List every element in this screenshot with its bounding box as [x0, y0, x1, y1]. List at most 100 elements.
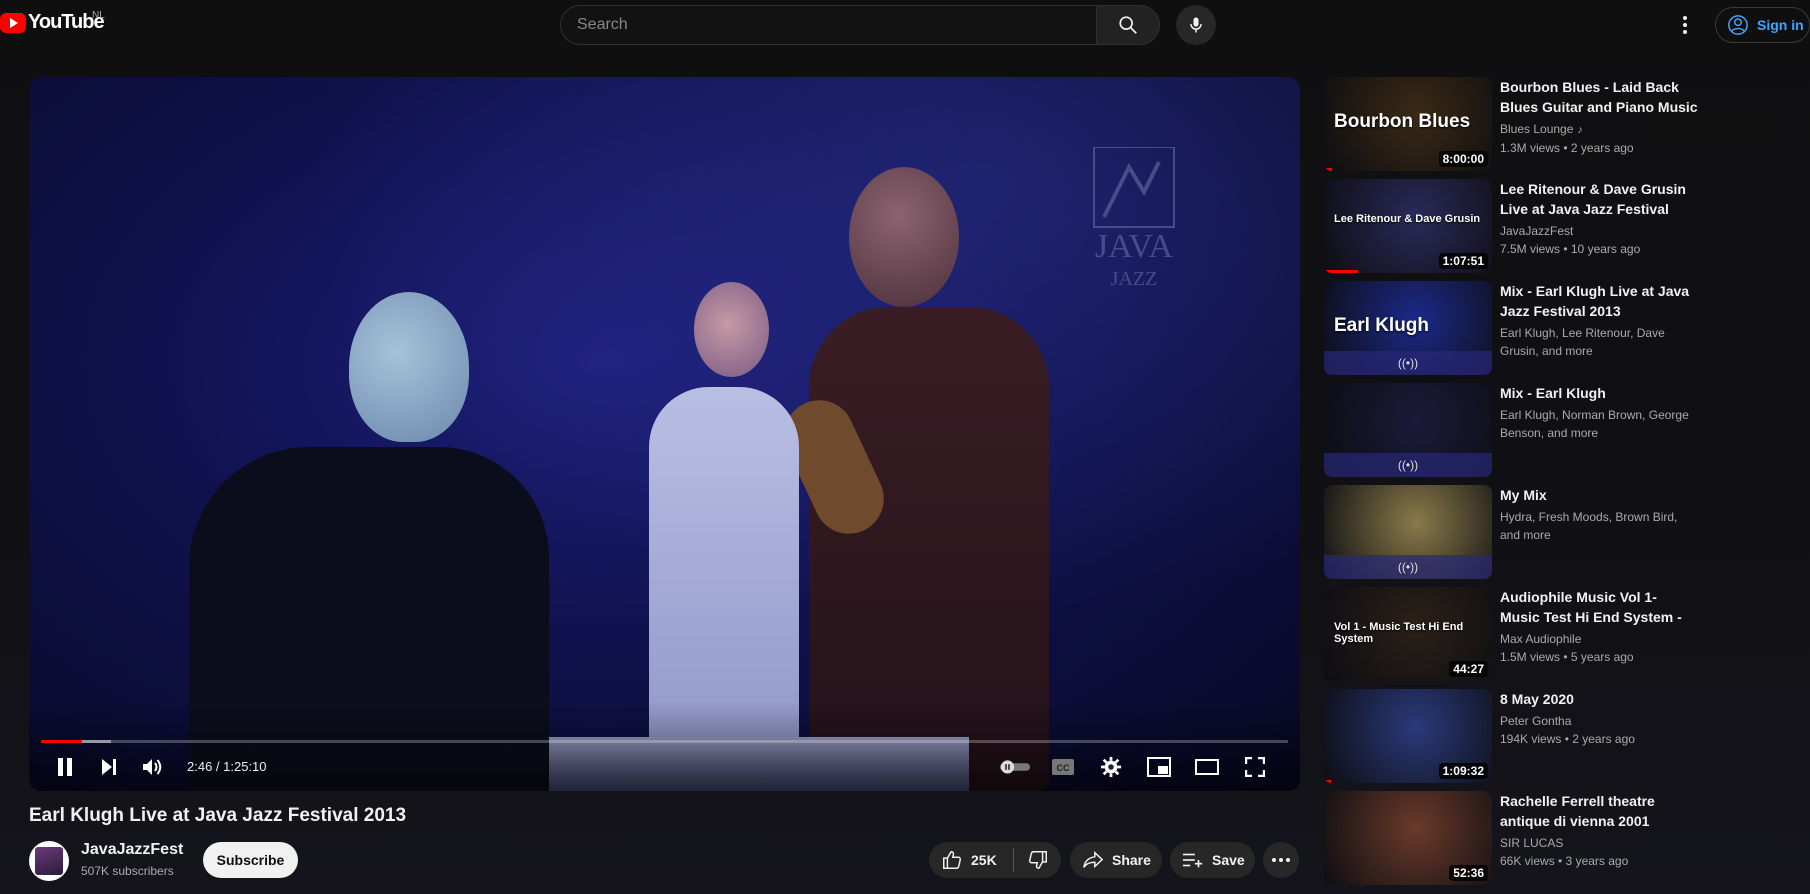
recommendation-title[interactable]: Mix - Earl Klugh Live at Java Jazz Festi… [1500, 281, 1700, 321]
recommendation-title[interactable]: Bourbon Blues - Laid Back Blues Guitar a… [1500, 77, 1700, 117]
miniplayer-button[interactable] [1143, 751, 1175, 783]
next-icon [102, 759, 116, 775]
video-duration: 44:27 [1449, 661, 1488, 677]
recommendation-thumbnail[interactable]: 52:36 [1324, 791, 1492, 885]
autoplay-toggle[interactable] [999, 751, 1031, 783]
microphone-icon [1190, 17, 1202, 33]
captions-button[interactable]: CC [1047, 751, 1079, 783]
recommendation-channel[interactable]: Earl Klugh, Lee Ritenour, Dave Grusin, a… [1500, 324, 1700, 360]
miniplayer-icon [1147, 757, 1171, 777]
recommendation-info: My Mix Hydra, Fresh Moods, Brown Bird, a… [1500, 485, 1700, 544]
recommendation-info: Rachelle Ferrell theatre antique di vien… [1500, 791, 1700, 870]
sign-in-button[interactable]: Sign in [1715, 7, 1810, 43]
mix-icon: ((•)) [1397, 560, 1419, 574]
channel-label: Max Audiophile [1500, 632, 1582, 646]
theater-icon [1195, 759, 1219, 775]
mix-indicator: ((•)) [1324, 351, 1492, 375]
like-button[interactable]: 25K [929, 849, 1013, 871]
account-icon [1728, 15, 1748, 35]
recommendation-thumbnail[interactable]: ((•)) [1324, 383, 1492, 477]
more-actions-button[interactable] [1263, 842, 1299, 878]
top-header: YouTube NL Sign in [0, 0, 1810, 50]
save-button[interactable]: Save [1170, 842, 1255, 878]
svg-text:JAVA: JAVA [1095, 228, 1174, 265]
volume-button[interactable] [137, 751, 169, 783]
recommendation-item[interactable]: 52:36 Rachelle Ferrell theatre antique d… [1324, 791, 1804, 885]
recommendation-title[interactable]: Audiophile Music Vol 1- Music Test Hi En… [1500, 587, 1700, 627]
voice-search-button[interactable] [1176, 5, 1216, 45]
channel-label: Earl Klugh, Lee Ritenour, Dave Grusin, a… [1500, 326, 1665, 358]
recommendation-thumbnail[interactable]: ((•)) [1324, 485, 1492, 579]
recommendation-title[interactable]: Mix - Earl Klugh [1500, 383, 1700, 403]
recommendation-thumbnail[interactable]: Bourbon Blues 8:00:00 [1324, 77, 1492, 171]
watched-progress [1324, 168, 1333, 171]
recommendation-info: Mix - Earl Klugh Live at Java Jazz Festi… [1500, 281, 1700, 360]
recommendation-channel[interactable]: SIR LUCAS [1500, 834, 1700, 852]
recommendation-title[interactable]: My Mix [1500, 485, 1700, 505]
search-input[interactable] [560, 5, 1096, 45]
recommendation-channel[interactable]: JavaJazzFest [1500, 222, 1700, 240]
subscribe-button[interactable]: Subscribe [203, 842, 298, 878]
recommendation-item[interactable]: Vol 1 - Music Test Hi End System 44:27 A… [1324, 587, 1804, 681]
mix-indicator: ((•)) [1324, 453, 1492, 477]
progress-bar[interactable] [41, 740, 1288, 743]
recommendation-title[interactable]: 8 May 2020 [1500, 689, 1700, 709]
recommendation-item[interactable]: Earl Klugh ((•)) Mix - Earl Klugh Live a… [1324, 281, 1804, 375]
channel-name[interactable]: JavaJazzFest [81, 841, 183, 859]
recommendation-item[interactable]: Bourbon Blues 8:00:00 Bourbon Blues - La… [1324, 77, 1804, 171]
fullscreen-button[interactable] [1239, 751, 1271, 783]
youtube-watch-page: YouTube NL Sign in JAVA JAZZ [0, 0, 1810, 894]
video-duration: 52:36 [1449, 865, 1488, 881]
theater-mode-button[interactable] [1191, 751, 1223, 783]
share-button[interactable]: Share [1070, 842, 1162, 878]
recommendation-stats: 66K views • 3 years ago [1500, 854, 1629, 868]
country-code: NL [92, 10, 105, 21]
video-duration: 1:09:32 [1438, 763, 1488, 779]
sign-in-label: Sign in [1757, 17, 1804, 33]
thumbnail-caption: Vol 1 - Music Test Hi End System [1334, 621, 1464, 645]
svg-text:JAZZ: JAZZ [1111, 268, 1158, 290]
recommendation-title[interactable]: Rachelle Ferrell theatre antique di vien… [1500, 791, 1700, 831]
recommendation-info: 8 May 2020 Peter Gontha 194K views • 2 y… [1500, 689, 1700, 748]
recommendation-item[interactable]: ((•)) Mix - Earl Klugh Earl Klugh, Norma… [1324, 383, 1804, 477]
thumbs-up-icon [943, 851, 962, 869]
recommendation-stats: 7.5M views • 10 years ago [1500, 242, 1641, 256]
pause-icon [58, 758, 72, 776]
recommendation-thumbnail[interactable]: 1:09:32 [1324, 689, 1492, 783]
next-button[interactable] [93, 751, 125, 783]
dislike-button[interactable] [1014, 849, 1061, 871]
recommendations-sidebar: Bourbon Blues 8:00:00 Bourbon Blues - La… [1324, 77, 1804, 893]
recommendation-info: Audiophile Music Vol 1- Music Test Hi En… [1500, 587, 1700, 666]
thumbnail-caption: Lee Ritenour & Dave Grusin [1334, 213, 1481, 225]
recommendation-channel[interactable]: Max Audiophile [1500, 630, 1700, 648]
recommendation-channel[interactable]: Hydra, Fresh Moods, Brown Bird, and more [1500, 508, 1700, 544]
recommendation-channel[interactable]: Earl Klugh, Norman Brown, George Benson,… [1500, 406, 1700, 442]
settings-button[interactable] [1095, 751, 1127, 783]
channel-avatar[interactable] [29, 841, 69, 881]
channel-label: Hydra, Fresh Moods, Brown Bird, and more [1500, 510, 1678, 542]
recommendation-channel[interactable]: Peter Gontha [1500, 712, 1700, 730]
java-jazz-watermark: JAVA JAZZ [1093, 147, 1175, 290]
recommendation-thumbnail[interactable]: Lee Ritenour & Dave Grusin 1:07:51 [1324, 179, 1492, 273]
thumbs-down-icon [1028, 851, 1047, 869]
mix-icon: ((•)) [1397, 458, 1419, 472]
recommendation-item[interactable]: ((•)) My Mix Hydra, Fresh Moods, Brown B… [1324, 485, 1804, 579]
recommendation-thumbnail[interactable]: Vol 1 - Music Test Hi End System 44:27 [1324, 587, 1492, 681]
youtube-play-icon [0, 12, 26, 33]
recommendation-stats: 1.5M views • 5 years ago [1500, 650, 1634, 664]
recommendation-info: Bourbon Blues - Laid Back Blues Guitar a… [1500, 77, 1700, 157]
pause-button[interactable] [49, 751, 81, 783]
recommendation-thumbnail[interactable]: Earl Klugh ((•)) [1324, 281, 1492, 375]
video-duration: 8:00:00 [1438, 151, 1488, 167]
video-player[interactable]: JAVA JAZZ 2:46 / 1:25:10 CC [29, 77, 1300, 791]
thumbnail-caption: Bourbon Blues [1334, 111, 1471, 132]
search-button[interactable] [1096, 5, 1160, 45]
recommendation-title[interactable]: Lee Ritenour & Dave Grusin Live at Java … [1500, 179, 1700, 219]
youtube-logo[interactable]: YouTube [0, 11, 105, 34]
settings-menu-button[interactable] [1672, 12, 1698, 38]
video-duration: 1:07:51 [1438, 253, 1488, 269]
recommendation-item[interactable]: Lee Ritenour & Dave Grusin 1:07:51 Lee R… [1324, 179, 1804, 273]
like-count: 25K [971, 852, 997, 868]
recommendation-channel[interactable]: Blues Lounge ♪ [1500, 120, 1700, 139]
recommendation-item[interactable]: 1:09:32 8 May 2020 Peter Gontha 194K vie… [1324, 689, 1804, 783]
